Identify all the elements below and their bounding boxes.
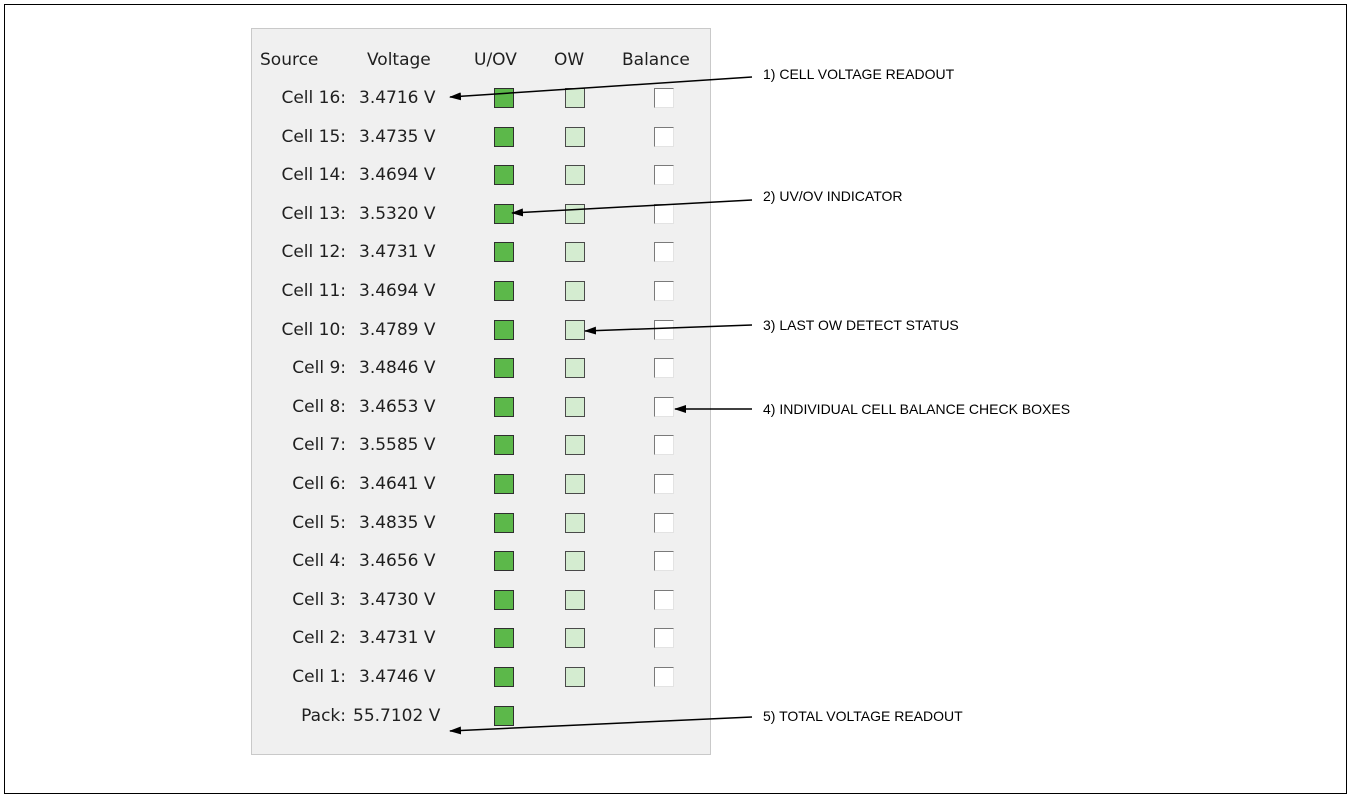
arrow-uvov (511, 199, 753, 217)
arrow-pack (449, 716, 753, 735)
callout-arrows (449, 76, 753, 735)
arrow-ow (584, 324, 753, 335)
arrow-cell-voltage (449, 76, 753, 101)
